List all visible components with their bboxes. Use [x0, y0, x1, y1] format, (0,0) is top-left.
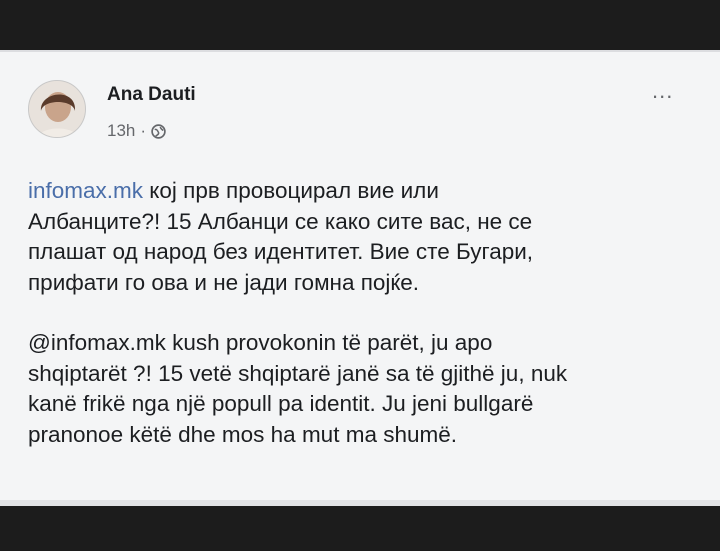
globe-icon	[151, 123, 166, 139]
author-name[interactable]: Ana Dauti	[107, 84, 196, 106]
top-bar	[0, 0, 720, 50]
meta-separator: ·	[140, 121, 147, 140]
post-time[interactable]: 13h	[107, 121, 135, 141]
author-avatar[interactable]	[28, 80, 86, 138]
avatar-image	[29, 81, 85, 137]
post-meta: 13h ·	[107, 121, 166, 141]
post-paragraph-1: infomax.mk кој прв провоцирал вие или Ал…	[28, 176, 688, 298]
post-body: infomax.mk кој прв провоцирал вие или Ал…	[28, 176, 688, 450]
post-paragraph-2: @infomax.mk kush provokonin të parët, ju…	[28, 330, 568, 447]
more-options-icon[interactable]: ...	[652, 80, 673, 102]
bottom-bar	[0, 506, 720, 551]
mention-link[interactable]: infomax.mk	[28, 178, 143, 203]
